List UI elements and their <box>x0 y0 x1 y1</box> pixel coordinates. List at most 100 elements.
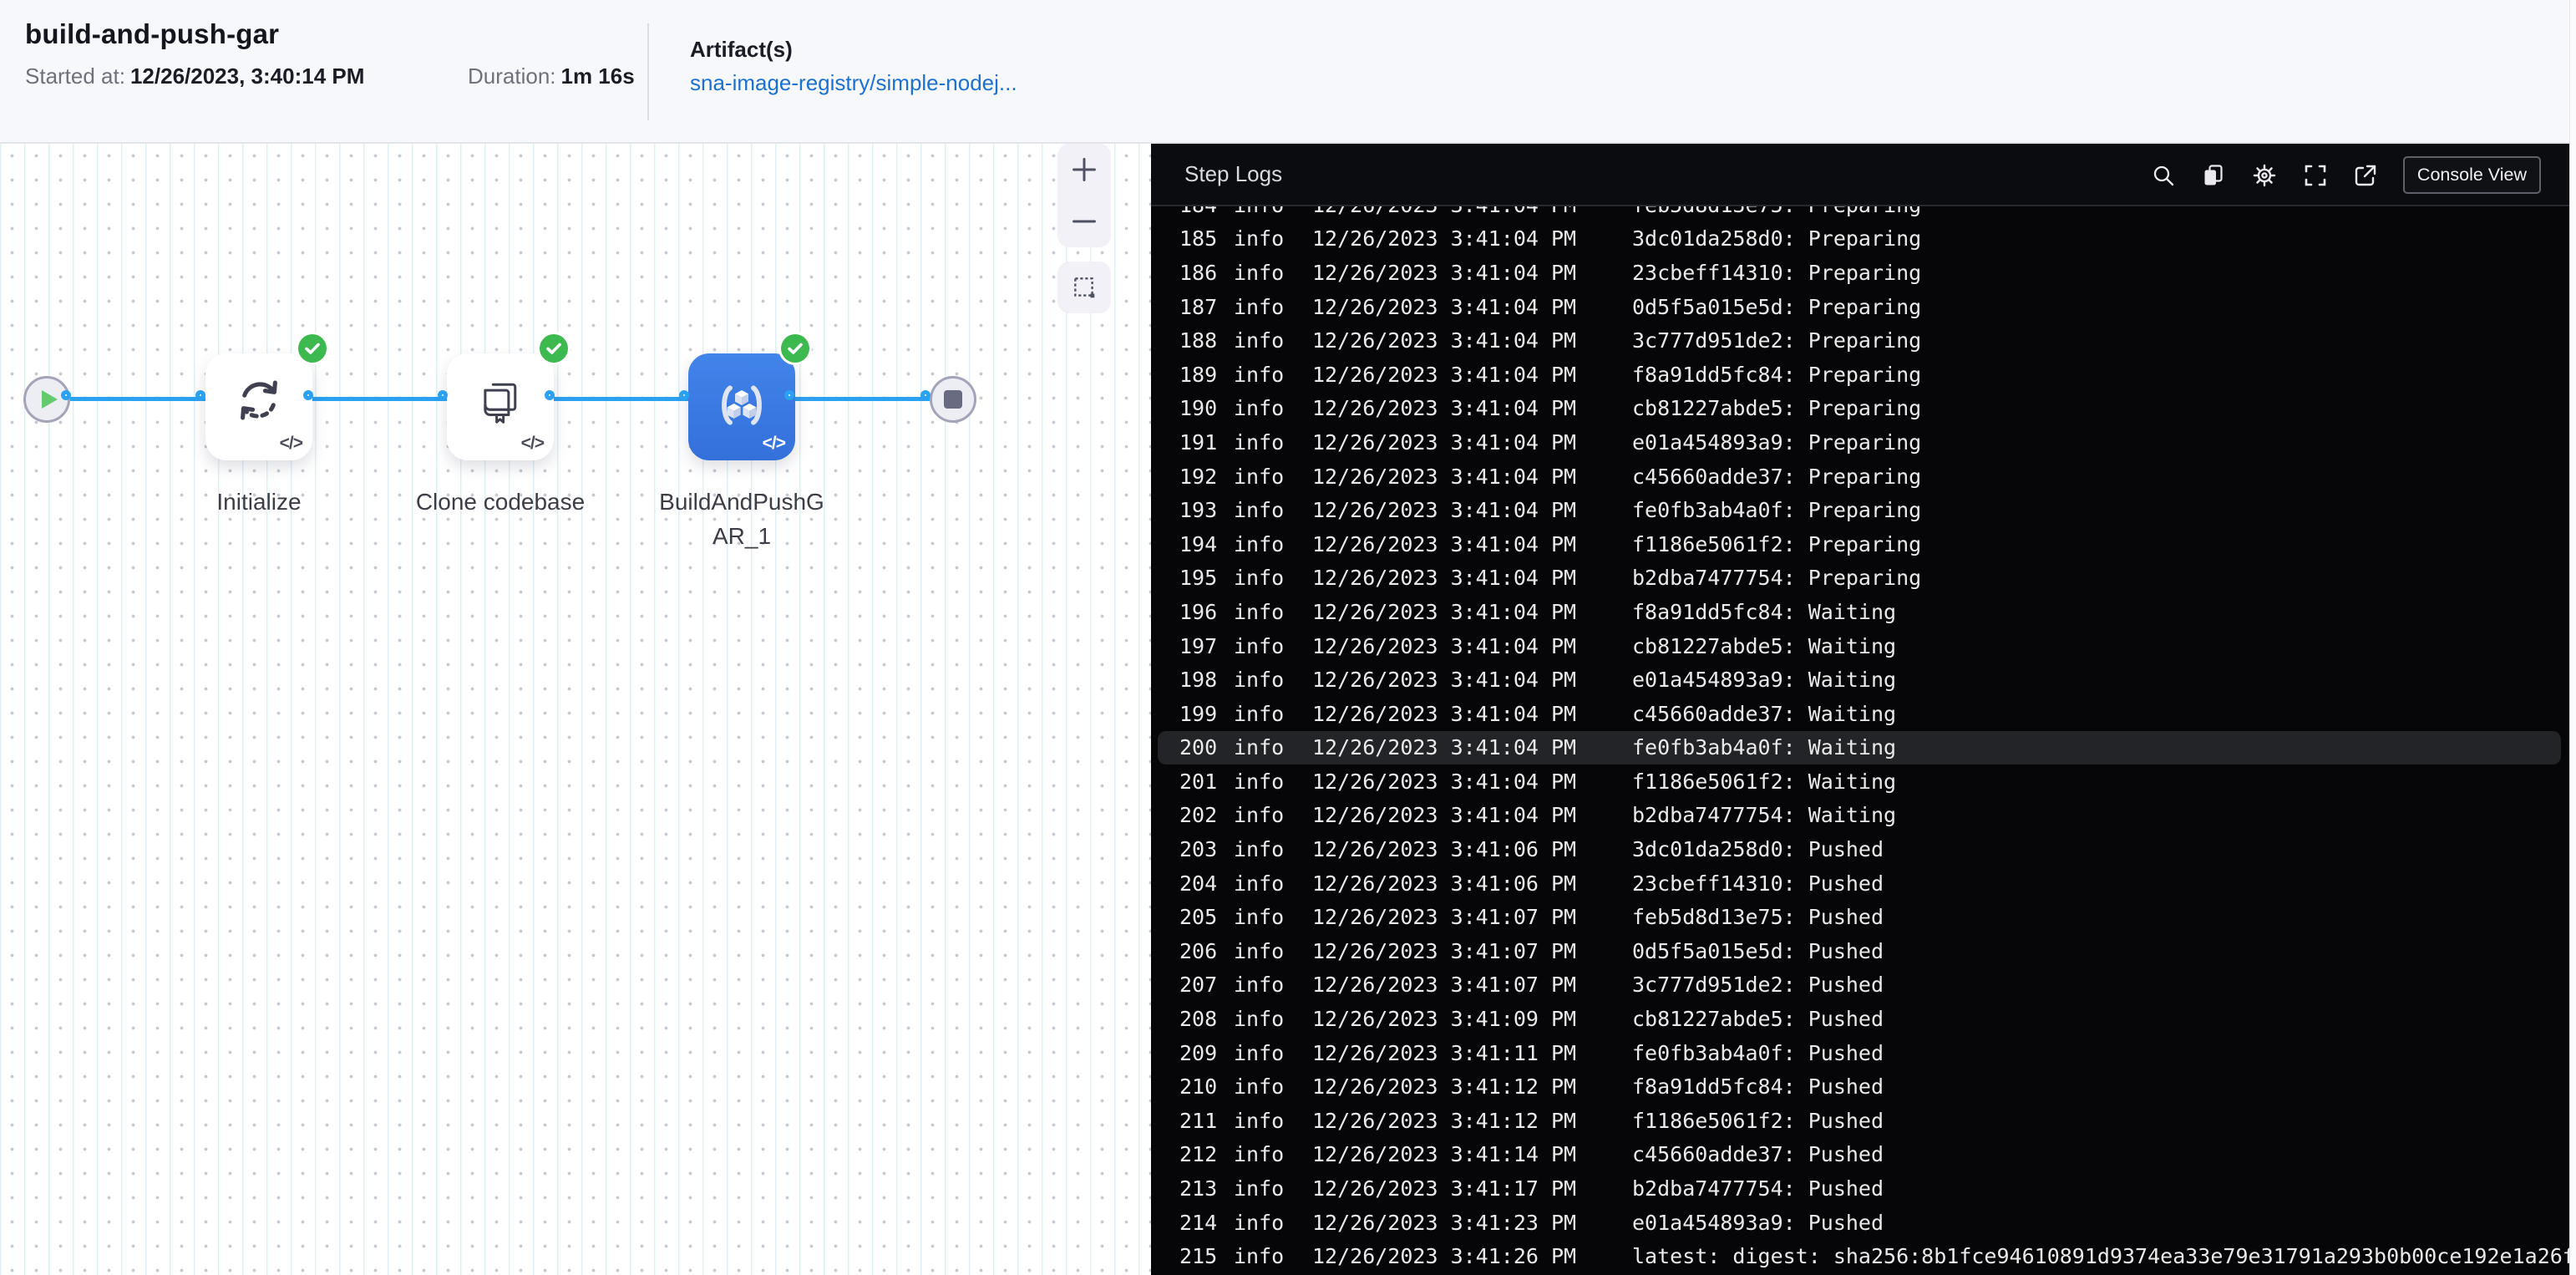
log-line-number: 199 <box>1179 701 1218 726</box>
log-level: info <box>1234 803 1285 828</box>
log-level: info <box>1234 701 1285 726</box>
log-line-number: 187 <box>1179 294 1218 319</box>
log-level: info <box>1234 206 1312 217</box>
log-line-number: 203 <box>1179 837 1218 862</box>
log-row: 196 info 12/26/2023 3:41:04 PM f8a91dd5fc84… <box>1179 595 2569 629</box>
step-logs-panel: Step Logs Console View 185 info 12/26/20… <box>1151 144 2569 1275</box>
artifact-link[interactable]: sna-image-registry/simple-nodej... <box>690 70 1017 96</box>
log-timestamp: 12/26/2023 3:41:06 PM <box>1312 871 1577 896</box>
log-message: fe0fb3ab4a0f: Pushed <box>1632 1040 1884 1065</box>
settings-icon[interactable] <box>2251 162 2278 189</box>
log-level: info <box>1234 633 1285 658</box>
log-message: f8a91dd5fc84: Pushed <box>1632 1074 1884 1100</box>
log-row: 202 info 12/26/2023 3:41:04 PM b2dba7477754… <box>1179 799 2569 833</box>
log-row: 194 info 12/26/2023 3:41:04 PM f1186e5061f2… <box>1179 527 2569 561</box>
log-level: info <box>1234 396 1285 421</box>
log-timestamp: 12/26/2023 3:41:23 PM <box>1312 1210 1577 1235</box>
log-timestamp: 12/26/2023 3:41:07 PM <box>1312 973 1577 998</box>
stop-icon <box>944 390 962 409</box>
log-line-number: 210 <box>1179 1074 1218 1100</box>
zoom-out-button[interactable] <box>1070 207 1098 236</box>
vertical-scrollbar[interactable] <box>2569 0 2576 1275</box>
zoom-control[interactable] <box>1057 144 1111 247</box>
log-row: 208 info 12/26/2023 3:41:09 PM cb81227abde5… <box>1179 1002 2569 1036</box>
log-level: info <box>1234 973 1285 998</box>
log-timestamp: 12/26/2023 3:41:04 PM <box>1312 464 1577 489</box>
log-message: 0d5f5a015e5d: Pushed <box>1632 938 1884 963</box>
zoom-in-button[interactable] <box>1070 155 1098 184</box>
log-line-number: 209 <box>1179 1040 1218 1065</box>
log-message: e01a454893a9: Preparing <box>1632 429 1922 455</box>
log-timestamp: 12/26/2023 3:41:04 PM <box>1312 769 1577 794</box>
log-timestamp: 12/26/2023 3:41:04 PM <box>1312 701 1577 726</box>
log-row: 199 info 12/26/2023 3:41:04 PM c45660adde37… <box>1179 697 2569 731</box>
code-glyph: </> <box>279 434 303 453</box>
search-icon[interactable] <box>2151 163 2176 188</box>
log-line-number: 192 <box>1179 464 1218 489</box>
log-timestamp: 12/26/2023 3:41:04 PM <box>1312 396 1577 421</box>
log-timestamp: 12/26/2023 3:41:09 PM <box>1312 1007 1577 1032</box>
log-timestamp: 12/26/2023 3:41:04 PM <box>1312 498 1577 523</box>
external-link-icon[interactable] <box>2353 163 2378 188</box>
log-row: 212 info 12/26/2023 3:41:14 PM c45660adde37… <box>1179 1138 2569 1172</box>
play-icon <box>42 390 58 409</box>
log-timestamp: 12/26/2023 3:41:26 PM <box>1312 1244 1577 1269</box>
log-row: 188 info 12/26/2023 3:41:04 PM 3c777d951de2… <box>1179 323 2569 358</box>
log-body[interactable]: 184info12/26/2023 3:41:04 PMfeb5d8d13e75… <box>1151 206 2569 1275</box>
log-message: feb5d8d13e75: Preparing <box>1632 206 2569 217</box>
log-row: 198 info 12/26/2023 3:41:04 PM e01a454893a9… <box>1179 663 2569 697</box>
log-timestamp: 12/26/2023 3:41:17 PM <box>1312 1176 1577 1201</box>
pipeline-title: build-and-push-gar <box>25 18 280 49</box>
node-initialize[interactable]: </> <box>205 334 327 460</box>
log-timestamp: 12/26/2023 3:41:04 PM <box>1312 735 1577 760</box>
log-line-number: 200 <box>1179 735 1218 760</box>
log-message: cb81227abde5: Waiting <box>1632 633 1897 658</box>
log-line-number: 213 <box>1179 1176 1218 1201</box>
console-view-button[interactable]: Console View <box>2402 156 2541 194</box>
log-message: f1186e5061f2: Preparing <box>1632 531 1922 556</box>
log-row: 213 info 12/26/2023 3:41:17 PM b2dba7477754… <box>1179 1171 2569 1206</box>
log-row: 192 info 12/26/2023 3:41:04 PM c45660adde37… <box>1179 460 2569 494</box>
log-timestamp: 12/26/2023 3:41:07 PM <box>1312 905 1577 930</box>
marquee-select-button[interactable] <box>1057 262 1111 313</box>
log-level: info <box>1234 294 1285 319</box>
log-level: info <box>1234 1108 1285 1133</box>
sync-icon <box>234 375 284 425</box>
copy-icon[interactable] <box>2201 163 2226 188</box>
log-message: c45660adde37: Preparing <box>1632 464 1922 489</box>
log-timestamp: 12/26/2023 3:41:04 PM <box>1312 633 1577 658</box>
log-message: b2dba7477754: Waiting <box>1632 803 1897 828</box>
log-message: f1186e5061f2: Waiting <box>1632 769 1897 794</box>
log-message: 3dc01da258d0: Preparing <box>1632 226 1922 251</box>
node-build-and-push-gar[interactable]: </> <box>688 334 809 460</box>
connector-dot <box>303 390 313 400</box>
log-timestamp: 12/26/2023 3:41:04 PM <box>1312 294 1577 319</box>
log-timestamp: 12/26/2023 3:41:04 PM <box>1312 328 1577 353</box>
fullscreen-icon[interactable] <box>2303 163 2328 188</box>
log-row: 191 info 12/26/2023 3:41:04 PM e01a454893a9… <box>1179 425 2569 460</box>
log-line-number: 191 <box>1179 429 1218 455</box>
log-line-number: 205 <box>1179 905 1218 930</box>
log-row: 185 info 12/26/2023 3:41:04 PM 3dc01da258d0… <box>1179 222 2569 257</box>
log-timestamp: 12/26/2023 3:41:04 PM <box>1312 260 1577 285</box>
log-row: 200 info 12/26/2023 3:41:04 PM fe0fb3ab4a0f… <box>1158 730 2561 765</box>
log-row: 201 info 12/26/2023 3:41:04 PM f1186e5061f2… <box>1179 764 2569 799</box>
log-row: 209 info 12/26/2023 3:41:11 PM fe0fb3ab4a0f… <box>1179 1036 2569 1070</box>
log-line-number: 215 <box>1179 1244 1218 1269</box>
log-level: info <box>1234 1007 1285 1032</box>
duration: Duration: 1m 16s <box>468 63 635 89</box>
log-timestamp: 12/26/2023 3:41:04 PM <box>1312 566 1577 591</box>
pipeline-canvas[interactable]: </> Initialize </> Clone codebase </> Bu… <box>0 144 1151 1275</box>
log-level: info <box>1234 1040 1285 1065</box>
clone-icon <box>475 375 525 425</box>
node-clone-codebase[interactable]: </> <box>447 334 568 460</box>
log-level: info <box>1234 1176 1285 1201</box>
log-line-number: 190 <box>1179 396 1218 421</box>
log-row: 186 info 12/26/2023 3:41:04 PM 23cbeff14310… <box>1179 256 2569 290</box>
log-message: c45660adde37: Pushed <box>1632 1142 1884 1167</box>
log-row: 207 info 12/26/2023 3:41:07 PM 3c777d951de2… <box>1179 968 2569 1003</box>
log-level: info <box>1234 1244 1285 1269</box>
log-message: e01a454893a9: Waiting <box>1632 668 1897 693</box>
log-line-number: 185 <box>1179 226 1218 251</box>
header-divider <box>647 23 649 120</box>
